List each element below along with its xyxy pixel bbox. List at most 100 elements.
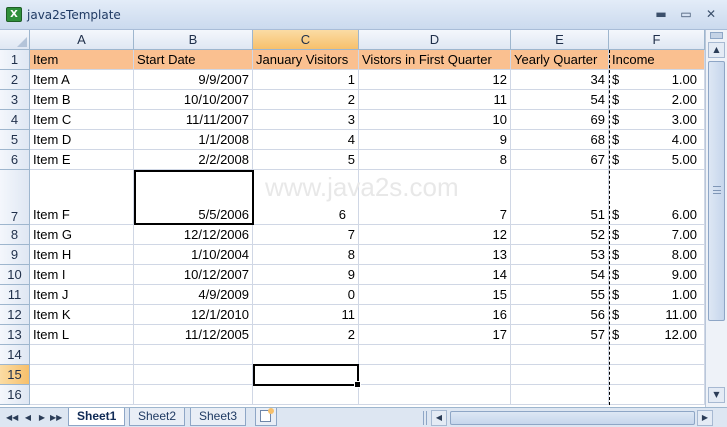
table-cell[interactable]: 7 xyxy=(253,225,359,245)
spreadsheet-grid[interactable]: A B C D E F 1 2 3 4 5 6 7 8 9 10 11 12 13 14 15 16 Item Start D… xyxy=(0,30,705,407)
empty-cell[interactable] xyxy=(609,365,705,385)
table-cell[interactable]: 4 xyxy=(253,130,359,150)
vertical-scroll-thumb[interactable] xyxy=(708,61,725,321)
table-cell[interactable]: 54 xyxy=(511,90,609,110)
column-title-cell[interactable]: Yearly Quarter xyxy=(511,50,609,70)
table-cell[interactable]: Item C xyxy=(30,110,134,130)
table-cell[interactable]: 7 xyxy=(359,170,511,225)
table-cell[interactable]: 11 xyxy=(253,305,359,325)
row-header-1[interactable]: 1 xyxy=(0,50,30,70)
table-cell[interactable]: 68 xyxy=(511,130,609,150)
income-cell[interactable]: $1.00 xyxy=(609,285,705,305)
table-cell[interactable]: 53 xyxy=(511,245,609,265)
row-header-14[interactable]: 14 xyxy=(0,345,30,365)
column-header-a[interactable]: A xyxy=(30,30,134,50)
column-header-e[interactable]: E xyxy=(511,30,609,50)
table-cell[interactable]: 9/9/2007 xyxy=(134,70,253,90)
table-cell[interactable]: 52 xyxy=(511,225,609,245)
table-cell[interactable]: 5 xyxy=(253,150,359,170)
table-cell[interactable]: 9 xyxy=(253,265,359,285)
column-header-d[interactable]: D xyxy=(359,30,511,50)
income-cell[interactable]: $7.00 xyxy=(609,225,705,245)
empty-cell[interactable] xyxy=(359,345,511,365)
split-handle[interactable] xyxy=(710,32,723,39)
row-header-13[interactable]: 13 xyxy=(0,325,30,345)
table-cell[interactable]: 2 xyxy=(253,90,359,110)
column-header-f[interactable]: F xyxy=(609,30,705,50)
table-cell[interactable]: 10/10/2007 xyxy=(134,90,253,110)
empty-cell[interactable] xyxy=(30,385,134,405)
table-cell[interactable]: 34 xyxy=(511,70,609,90)
table-cell[interactable]: 17 xyxy=(359,325,511,345)
empty-cell[interactable] xyxy=(30,365,134,385)
income-cell[interactable]: $11.00 xyxy=(609,305,705,325)
table-cell[interactable]: 2 xyxy=(253,325,359,345)
table-cell[interactable]: Item E xyxy=(30,150,134,170)
table-cell[interactable]: 12/12/2006 xyxy=(134,225,253,245)
table-cell[interactable]: 1/10/2004 xyxy=(134,245,253,265)
row-header-7[interactable]: 7 xyxy=(0,170,30,225)
table-cell[interactable]: Item L xyxy=(30,325,134,345)
table-cell[interactable]: Item B xyxy=(30,90,134,110)
table-cell[interactable]: 8 xyxy=(359,150,511,170)
income-cell[interactable]: $1.00 xyxy=(609,70,705,90)
table-cell[interactable]: 51 xyxy=(511,170,609,225)
empty-cell[interactable] xyxy=(359,365,511,385)
table-cell[interactable]: Item J xyxy=(30,285,134,305)
table-cell[interactable]: 1/1/2008 xyxy=(134,130,253,150)
horizontal-scroll-thumb[interactable] xyxy=(450,411,695,425)
table-cell[interactable]: 54 xyxy=(511,265,609,285)
table-cell[interactable]: 8 xyxy=(253,245,359,265)
table-cell[interactable]: Item K xyxy=(30,305,134,325)
column-title-cell[interactable]: January Visitors xyxy=(253,50,359,70)
row-header-12[interactable]: 12 xyxy=(0,305,30,325)
table-cell[interactable]: 1 xyxy=(253,70,359,90)
row-header-4[interactable]: 4 xyxy=(0,110,30,130)
table-cell[interactable]: 67 xyxy=(511,150,609,170)
row-header-9[interactable]: 9 xyxy=(0,245,30,265)
table-cell[interactable]: 57 xyxy=(511,325,609,345)
income-cell[interactable]: $12.00 xyxy=(609,325,705,345)
close-button[interactable]: ✕ xyxy=(702,6,720,22)
row-header-6[interactable]: 6 xyxy=(0,150,30,170)
empty-cell[interactable] xyxy=(359,385,511,405)
table-cell[interactable]: 11/12/2005 xyxy=(134,325,253,345)
column-title-cell[interactable]: Item xyxy=(30,50,134,70)
empty-cell[interactable] xyxy=(253,385,359,405)
income-cell[interactable]: $6.00 xyxy=(609,170,705,225)
sheet-tab-sheet1[interactable]: Sheet1 xyxy=(68,408,126,426)
row-header-3[interactable]: 3 xyxy=(0,90,30,110)
empty-cell[interactable] xyxy=(511,345,609,365)
income-cell[interactable]: $5.00 xyxy=(609,150,705,170)
excel-icon[interactable]: X xyxy=(6,7,22,22)
table-cell[interactable]: 15 xyxy=(359,285,511,305)
table-cell[interactable]: 4/9/2009 xyxy=(134,285,253,305)
table-cell[interactable]: Item A xyxy=(30,70,134,90)
empty-cell[interactable] xyxy=(609,385,705,405)
table-cell[interactable]: Item H xyxy=(30,245,134,265)
row-header-5[interactable]: 5 xyxy=(0,130,30,150)
sheet-tab-sheet2[interactable]: Sheet2 xyxy=(129,408,186,426)
table-cell[interactable]: 10 xyxy=(359,110,511,130)
income-cell[interactable]: $3.00 xyxy=(609,110,705,130)
row-header-2[interactable]: 2 xyxy=(0,70,30,90)
table-cell[interactable]: 10/12/2007 xyxy=(134,265,253,285)
row-header-11[interactable]: 11 xyxy=(0,285,30,305)
empty-cell[interactable] xyxy=(511,385,609,405)
table-cell[interactable]: 6 xyxy=(253,170,359,225)
scroll-right-button[interactable]: ▶ xyxy=(697,410,713,426)
prev-sheet-button[interactable]: ◀ xyxy=(22,411,34,425)
table-cell[interactable]: 12/1/2010 xyxy=(134,305,253,325)
table-cell[interactable]: Item I xyxy=(30,265,134,285)
vertical-scrollbar[interactable]: ▲ ▼ xyxy=(705,30,727,407)
insert-sheet-button[interactable] xyxy=(255,408,277,426)
row-header-10[interactable]: 10 xyxy=(0,265,30,285)
row-header-15[interactable]: 15 xyxy=(0,365,30,385)
income-cell[interactable]: $9.00 xyxy=(609,265,705,285)
sheet-tab-sheet3[interactable]: Sheet3 xyxy=(190,408,247,426)
row-header-16[interactable]: 16 xyxy=(0,385,30,405)
table-cell[interactable]: 2/2/2008 xyxy=(134,150,253,170)
table-cell[interactable]: 9 xyxy=(359,130,511,150)
select-all-button[interactable] xyxy=(0,30,30,50)
table-cell[interactable]: Item G xyxy=(30,225,134,245)
